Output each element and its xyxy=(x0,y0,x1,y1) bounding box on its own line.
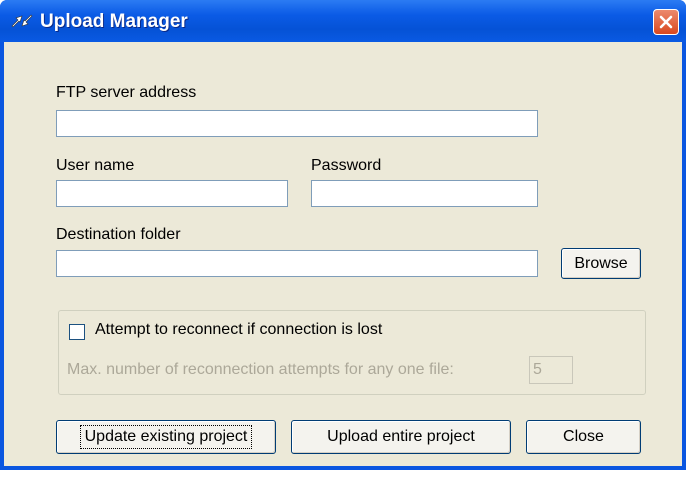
dialog-body: FTP server address User name Password De… xyxy=(4,42,682,466)
max-attempts-input[interactable]: 5 xyxy=(529,356,573,384)
close-window-button[interactable] xyxy=(653,9,679,35)
password-label: Password xyxy=(311,157,382,174)
update-existing-project-label: Update existing project xyxy=(79,425,253,449)
close-button[interactable]: Close xyxy=(526,420,641,454)
update-existing-project-button[interactable]: Update existing project xyxy=(56,420,276,454)
upload-manager-window: Upload Manager FTP server address User n… xyxy=(0,0,686,470)
destination-folder-input[interactable] xyxy=(56,250,538,277)
ftp-server-input[interactable] xyxy=(56,110,538,137)
destination-folder-label: Destination folder xyxy=(56,226,181,243)
browse-button[interactable]: Browse xyxy=(561,248,641,279)
reconnect-checkbox[interactable] xyxy=(69,324,85,340)
max-attempts-label: Max. number of reconnection attempts for… xyxy=(67,361,454,378)
ftp-server-label: FTP server address xyxy=(56,84,197,101)
password-input[interactable] xyxy=(311,180,538,207)
close-icon xyxy=(659,15,673,29)
title-bar[interactable]: Upload Manager xyxy=(0,0,686,42)
user-name-input[interactable] xyxy=(56,180,288,207)
upload-arrows-icon xyxy=(11,14,33,28)
window-title: Upload Manager xyxy=(40,11,188,32)
user-name-label: User name xyxy=(56,157,135,174)
reconnect-group: Attempt to reconnect if connection is lo… xyxy=(58,310,646,395)
upload-entire-project-button[interactable]: Upload entire project xyxy=(291,420,511,454)
reconnect-checkbox-label[interactable]: Attempt to reconnect if connection is lo… xyxy=(95,321,382,339)
